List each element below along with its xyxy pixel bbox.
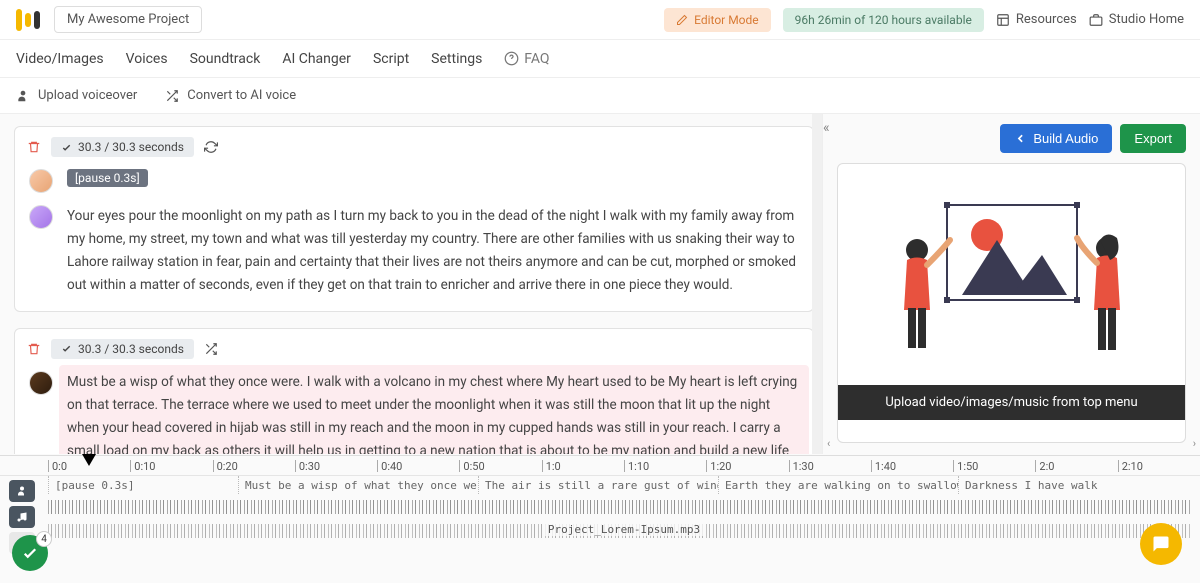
top-bar: My Awesome Project Editor Mode 96h 26min…	[0, 0, 1200, 40]
scroll-right-caret[interactable]: ›	[1193, 437, 1196, 450]
duration-chip: 30.3 / 30.3 seconds	[51, 339, 194, 359]
timeline-segment-labels: [pause 0.3s] Must be a wisp of what they…	[48, 476, 1200, 494]
tab-video-images[interactable]: Video/Images	[16, 51, 104, 67]
check-icon	[61, 142, 72, 153]
upload-voiceover-label: Upload voiceover	[38, 88, 137, 103]
timeline-ruler[interactable]: 0:0 0:10 0:20 0:30 0:40 0:50 1:0 1:10 1:20 1:30 1:…	[0, 456, 1200, 476]
resources-link[interactable]: Resources	[996, 12, 1077, 27]
ruler-tick: 1:30	[789, 460, 814, 472]
script-block: 30.3 / 30.3 seconds [pause 0.3s] You	[14, 126, 814, 312]
segment-label: Darkness I have walk	[958, 476, 1158, 494]
tab-bar: Video/Images Voices Soundtrack AI Change…	[0, 40, 1200, 78]
main-area: ︿ 30.3 / 30.3 seconds [pause 0.3s]	[0, 114, 1200, 454]
tab-faq[interactable]: FAQ	[504, 51, 549, 67]
convert-ai-label: Convert to AI voice	[187, 88, 296, 103]
app-logo	[16, 9, 42, 31]
voice-avatar[interactable]	[29, 371, 53, 395]
trash-icon[interactable]	[27, 342, 41, 356]
timeline: 0:0 0:10 0:20 0:30 0:40 0:50 1:0 1:10 1:20 1:30 1:…	[0, 455, 1200, 583]
project-name-field[interactable]: My Awesome Project	[54, 6, 202, 33]
shuffle-icon	[165, 89, 179, 103]
music-track-icon[interactable]	[9, 506, 35, 528]
ruler-tick: 1:50	[953, 460, 978, 472]
pause-tag[interactable]: [pause 0.3s]	[67, 169, 148, 187]
script-text[interactable]: Your eyes pour the moonlight on my path …	[67, 205, 801, 297]
tab-soundtrack[interactable]: Soundtrack	[190, 51, 261, 67]
segment-label: [pause 0.3s]	[48, 476, 238, 494]
ruler-tick: 1:20	[706, 460, 731, 472]
illustration-icon	[882, 180, 1142, 370]
layers-icon	[996, 13, 1010, 27]
chat-fab[interactable]	[1140, 523, 1182, 565]
help-circle-icon	[504, 51, 519, 66]
trash-icon[interactable]	[27, 140, 41, 154]
resources-label: Resources	[1016, 12, 1077, 27]
collapse-panel-icon[interactable]: «	[823, 120, 830, 136]
ruler-tick: 1:10	[624, 460, 649, 472]
scroll-left-caret[interactable]: ‹	[827, 437, 830, 450]
preview-illustration	[838, 164, 1185, 385]
ruler-tick: 1:0	[542, 460, 561, 472]
duration-text: 30.3 / 30.3 seconds	[78, 342, 184, 356]
tab-script[interactable]: Script	[373, 51, 409, 67]
upload-hint-banner: Upload video/images/music from top menu	[838, 385, 1185, 420]
voice-track-icon[interactable]	[9, 480, 35, 502]
ruler-tick: 0:10	[130, 460, 155, 472]
block-header: 30.3 / 30.3 seconds	[27, 339, 801, 359]
check-icon	[61, 343, 72, 354]
scrollbar[interactable]	[812, 114, 822, 454]
timeline-rows: [pause 0.3s] Must be a wisp of what they…	[0, 476, 1200, 542]
ruler-tick: 0:30	[295, 460, 320, 472]
chevron-left-icon	[1014, 132, 1027, 145]
tab-ai-changer[interactable]: AI Changer	[282, 51, 351, 67]
reload-icon[interactable]	[204, 140, 218, 154]
playhead[interactable]	[82, 454, 96, 466]
changes-count-badge: 4	[36, 531, 52, 547]
segment-label: Earth they are walking on to swallow t-	[718, 476, 958, 494]
studio-home-link[interactable]: Studio Home	[1089, 12, 1184, 27]
segment-label: Must be a wisp of what they once were-	[238, 476, 478, 494]
apply-changes-button[interactable]: 4	[12, 535, 48, 571]
duration-chip: 30.3 / 30.3 seconds	[51, 137, 194, 157]
ruler-tick: 0:0	[48, 460, 67, 472]
voice-waveform[interactable]	[48, 496, 1200, 518]
voice-avatar[interactable]	[29, 169, 53, 193]
build-audio-button[interactable]: Build Audio	[1000, 124, 1112, 153]
duration-text: 30.3 / 30.3 seconds	[78, 140, 184, 154]
preview-pane: « Build Audio Export	[822, 114, 1200, 454]
script-text[interactable]: Must be a wisp of what they once were. I…	[59, 365, 809, 454]
ruler-tick: 1:40	[871, 460, 896, 472]
music-file-label: Project_Lorem-Ipsum.mp3	[544, 523, 704, 536]
studio-home-label: Studio Home	[1109, 12, 1184, 27]
music-waveform[interactable]: Project_Lorem-Ipsum.mp3	[48, 520, 1200, 542]
pencil-icon	[676, 14, 688, 26]
ruler-tick: 0:40	[377, 460, 402, 472]
editor-mode-label: Editor Mode	[694, 13, 759, 27]
tab-voices[interactable]: Voices	[126, 51, 168, 67]
convert-ai-voice-button[interactable]: Convert to AI voice	[165, 88, 296, 103]
script-block: 30.3 / 30.3 seconds Must be a wisp of wh…	[14, 328, 814, 454]
upload-voiceover-button[interactable]: Upload voiceover	[16, 88, 137, 103]
preview-card: Upload video/images/music from top menu	[837, 163, 1186, 443]
ruler-tick: 2:0	[1035, 460, 1054, 472]
export-button[interactable]: Export	[1120, 124, 1186, 153]
briefcase-icon	[1089, 13, 1103, 27]
editor-mode-badge[interactable]: Editor Mode	[664, 8, 771, 32]
ruler-tick: 0:20	[213, 460, 238, 472]
shuffle-icon[interactable]	[204, 342, 218, 356]
person-upload-icon	[16, 89, 30, 103]
sub-bar: Upload voiceover Convert to AI voice	[0, 78, 1200, 114]
faq-label: FAQ	[524, 51, 549, 67]
block-header: 30.3 / 30.3 seconds	[27, 137, 801, 157]
ruler-tick: 2:10	[1118, 460, 1143, 472]
tab-settings[interactable]: Settings	[431, 51, 482, 67]
build-audio-label: Build Audio	[1033, 131, 1098, 146]
ruler-tick: 0:50	[459, 460, 484, 472]
time-available-badge: 96h 26min of 120 hours available	[783, 8, 984, 32]
segment-label: The air is still a rare gust of wind -	[478, 476, 718, 494]
script-pane: ︿ 30.3 / 30.3 seconds [pause 0.3s]	[0, 114, 822, 454]
voice-avatar[interactable]	[29, 205, 53, 229]
